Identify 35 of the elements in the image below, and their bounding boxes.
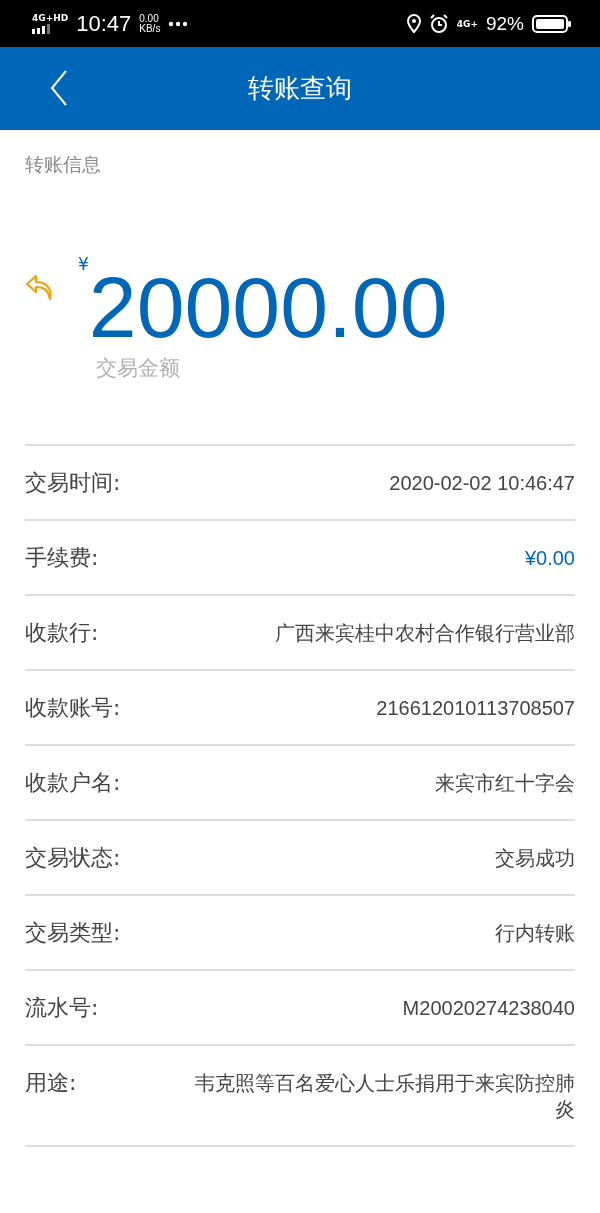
field-label: 收款行: — [25, 620, 99, 646]
field-value: M20020274238040 — [402, 996, 575, 1021]
field-value: 韦克照等百名爱心人士乐捐用于来宾防控肺炎 — [195, 1071, 575, 1122]
currency-symbol: ¥ — [78, 254, 89, 274]
signal-icon — [32, 24, 52, 34]
page-title: 转账查询 — [248, 72, 352, 105]
speed-unit: KB/s — [139, 23, 161, 34]
alarm-icon — [428, 13, 449, 34]
back-icon[interactable] — [50, 70, 68, 106]
field-label: 交易时间: — [25, 470, 121, 496]
location-icon — [406, 14, 421, 33]
field-label: 收款账号: — [25, 695, 121, 721]
field-label: 交易状态: — [25, 845, 121, 871]
network-speed: 0.00 — [139, 13, 160, 24]
network-type: 4G+HD — [32, 13, 69, 23]
field-value: 2020-02-02 10:46:47 — [389, 471, 575, 496]
battery-percent: 92% — [485, 12, 524, 35]
field-label: 交易类型: — [25, 920, 121, 946]
field-value: ¥0.00 — [524, 546, 575, 571]
more-icon — [168, 20, 189, 27]
field-value: 216612010113708507 — [376, 696, 575, 721]
amount-caption: 交易金额 — [96, 355, 181, 382]
field-label: 流水号: — [25, 995, 99, 1021]
field-label: 收款户名: — [25, 770, 121, 796]
field-label: 用途: — [25, 1070, 77, 1096]
field-label: 手续费: — [25, 545, 99, 571]
clock: 10:47 — [76, 10, 132, 37]
field-value: 行内转账 — [495, 921, 575, 946]
amount-value: 20000.00 — [88, 264, 448, 350]
mobile-data-label: 4G+ — [456, 18, 478, 29]
section-label: 转账信息 — [24, 152, 102, 177]
field-value: 来宾市红十字会 — [435, 771, 575, 796]
battery-icon — [532, 14, 572, 33]
field-value: 广西来宾桂中农村合作银行营业部 — [275, 621, 575, 646]
field-value: 交易成功 — [495, 846, 575, 871]
